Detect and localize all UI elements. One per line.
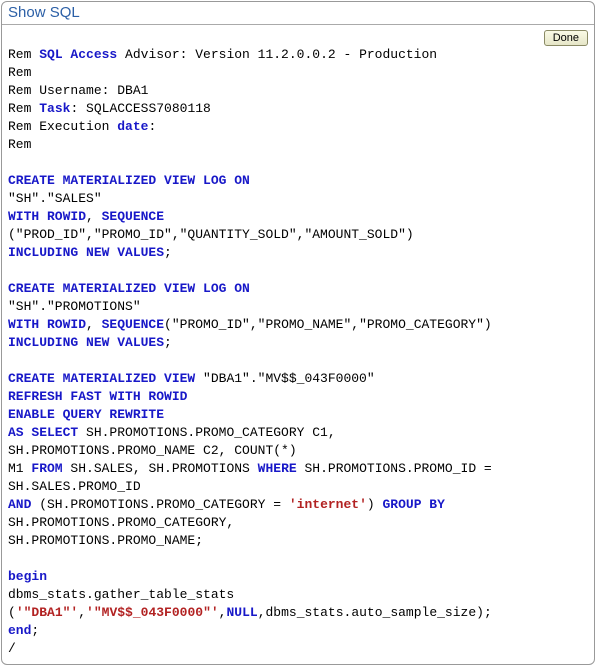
text: : [148, 119, 156, 134]
done-button[interactable]: Done [544, 30, 588, 46]
kw-create-mv-log: CREATE MATERIALIZED VIEW LOG ON [8, 173, 250, 188]
kw-end: end [8, 623, 31, 638]
kw-including: INCLUDING NEW VALUES [8, 335, 164, 350]
text: "SH"."SALES" [8, 191, 102, 206]
text: M1 [8, 461, 31, 476]
str-literal: 'internet' [289, 497, 367, 512]
text: "DBA1"."MV$$_043F0000" [195, 371, 374, 386]
text: ("PROD_ID","PROMO_ID","QUANTITY_SOLD","A… [8, 227, 414, 242]
kw-where: WHERE [258, 461, 297, 476]
text: SH.PROMOTIONS.PROMO_CATEGORY C1, [78, 425, 335, 440]
rem-line: Rem [8, 65, 31, 80]
kw-enable-rewrite: ENABLE QUERY REWRITE [8, 407, 164, 422]
kw-task: Task [39, 101, 70, 116]
text: , [86, 209, 102, 224]
kw-refresh: REFRESH FAST WITH ROWID [8, 389, 187, 404]
rem-line: Rem [8, 137, 31, 152]
text: : SQLACCESS7080118 [70, 101, 210, 116]
kw-sql-access: SQL Access [39, 47, 117, 62]
rem-line: Rem Username: DBA1 [8, 83, 148, 98]
kw-date: date [117, 119, 148, 134]
kw-sequence: SEQUENCE [102, 317, 164, 332]
kw-sequence: SEQUENCE [102, 209, 164, 224]
kw-with-rowid: WITH ROWID [8, 209, 86, 224]
text: ; [164, 245, 172, 260]
text: , [86, 317, 102, 332]
panel-title: Show SQL [8, 4, 80, 21]
kw-create-mv-log: CREATE MATERIALIZED VIEW LOG ON [8, 281, 250, 296]
text: Rem Execution [8, 119, 117, 134]
sql-body: Rem SQL Access Advisor: Version 11.2.0.0… [2, 46, 594, 664]
str-literal: '"DBA1"' [16, 605, 78, 620]
kw-begin: begin [8, 569, 47, 584]
kw-from: FROM [31, 461, 62, 476]
text: ,dbms_stats.auto_sample_size); [258, 605, 492, 620]
panel-header: Show SQL [2, 2, 594, 25]
rem-line: Rem [8, 47, 31, 62]
kw-group-by: GROUP BY [382, 497, 444, 512]
str-literal: '"MV$$_043F0000"' [86, 605, 219, 620]
button-row: Done [2, 25, 594, 46]
text: SH.PROMOTIONS.PROMO_ID = [297, 461, 492, 476]
kw-and: AND [8, 497, 31, 512]
kw-null: NULL [226, 605, 257, 620]
show-sql-panel: Show SQL Done Rem SQL Access Advisor: Ve… [1, 1, 595, 665]
text: SH.PROMOTIONS.PROMO_CATEGORY, [8, 515, 234, 530]
text: SH.SALES.PROMO_ID [8, 479, 141, 494]
kw-including: INCLUDING NEW VALUES [8, 245, 164, 260]
kw-create-mv: CREATE MATERIALIZED VIEW [8, 371, 195, 386]
text: ; [31, 623, 39, 638]
text: Advisor: Version 11.2.0.0.2 - Production [117, 47, 437, 62]
text: ) [367, 497, 383, 512]
text: / [8, 641, 16, 656]
kw-as-select: AS SELECT [8, 425, 78, 440]
text: dbms_stats.gather_table_stats [8, 587, 234, 602]
text: Rem [8, 101, 39, 116]
text: SH.SALES, SH.PROMOTIONS [63, 461, 258, 476]
text: ( [8, 605, 16, 620]
text: (SH.PROMOTIONS.PROMO_CATEGORY = [31, 497, 288, 512]
kw-with-rowid: WITH ROWID [8, 317, 86, 332]
text: ("PROMO_ID","PROMO_NAME","PROMO_CATEGORY… [164, 317, 492, 332]
text: "SH"."PROMOTIONS" [8, 299, 141, 314]
text: , [78, 605, 86, 620]
text: ; [164, 335, 172, 350]
text: SH.PROMOTIONS.PROMO_NAME; [8, 533, 203, 548]
text: SH.PROMOTIONS.PROMO_NAME C2, COUNT(*) [8, 443, 297, 458]
